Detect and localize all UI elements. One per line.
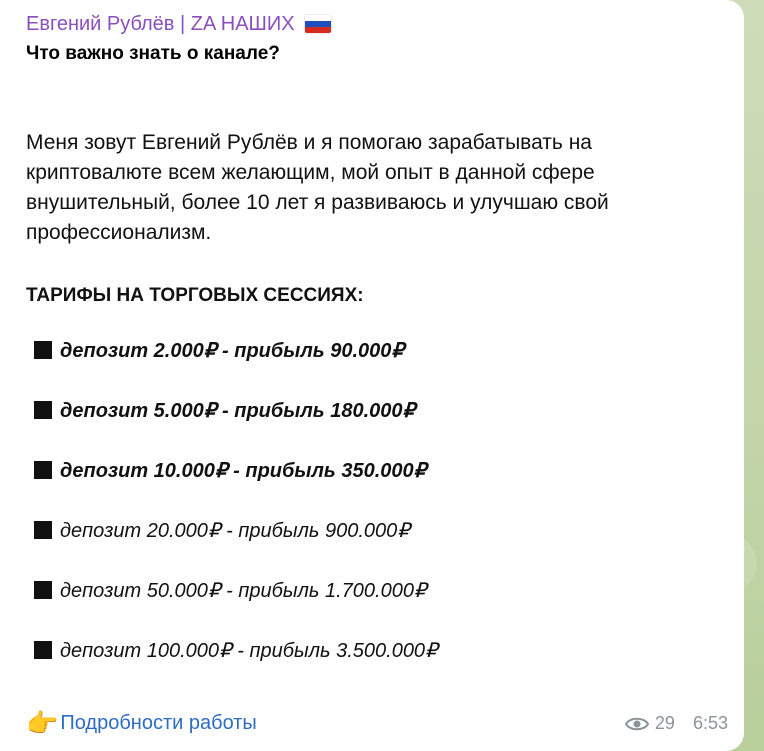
tariff-item: депозит 10.000₽ - прибыль 350.000₽	[26, 455, 724, 485]
black-square-icon	[34, 401, 52, 419]
message-bubble: Евгений Рублёв | ZA НАШИХ Что важно знат…	[0, 0, 744, 751]
tariff-list: депозит 2.000₽ - прибыль 90.000₽ депозит…	[26, 335, 724, 665]
tariff-text: депозит 10.000₽ - прибыль 350.000₽	[60, 459, 427, 482]
black-square-icon	[34, 581, 52, 599]
tariff-text: депозит 5.000₽ - прибыль 180.000₽	[60, 399, 416, 422]
black-square-icon	[34, 521, 52, 539]
tariff-item: депозит 50.000₽ - прибыль 1.700.000₽	[26, 575, 724, 605]
details-row: 👉 Подробности работы	[26, 703, 257, 743]
post-intro: Меня зовут Евгений Рублёв и я помогаю за…	[26, 131, 609, 244]
views-count: 29	[654, 713, 675, 733]
black-square-icon	[34, 641, 52, 659]
russia-flag-icon	[304, 15, 331, 33]
eye-icon	[624, 716, 649, 732]
black-square-icon	[34, 341, 52, 359]
tariff-item: депозит 5.000₽ - прибыль 180.000₽	[26, 395, 724, 425]
post-heading: Что важно знать о канале?	[26, 43, 280, 64]
tariff-item: депозит 2.000₽ - прибыль 90.000₽	[26, 335, 724, 365]
tariff-text: депозит 2.000₽ - прибыль 90.000₽	[60, 339, 405, 362]
message-time: 6:53	[692, 713, 728, 733]
tariff-text: депозит 100.000₽ - прибыль 3.500.000₽	[60, 639, 438, 662]
tariff-item: депозит 20.000₽ - прибыль 900.000₽	[26, 515, 724, 545]
details-link[interactable]: Подробности работы	[60, 712, 256, 735]
pointing-hand-icon: 👉	[26, 708, 59, 738]
tariff-text: депозит 20.000₽ - прибыль 900.000₽	[60, 519, 410, 542]
tariffs-title: ТАРИФЫ НА ТОРГОВЫХ СЕССИЯХ:	[26, 285, 364, 306]
channel-name-label[interactable]: Евгений Рублёв | ZA НАШИХ	[26, 10, 295, 38]
black-square-icon	[34, 461, 52, 479]
message-meta: 29 6:53	[624, 713, 728, 734]
channel-name[interactable]: Евгений Рублёв | ZA НАШИХ	[26, 10, 724, 38]
tariff-item: депозит 100.000₽ - прибыль 3.500.000₽	[26, 635, 724, 665]
tariff-text: депозит 50.000₽ - прибыль 1.700.000₽	[60, 579, 427, 602]
